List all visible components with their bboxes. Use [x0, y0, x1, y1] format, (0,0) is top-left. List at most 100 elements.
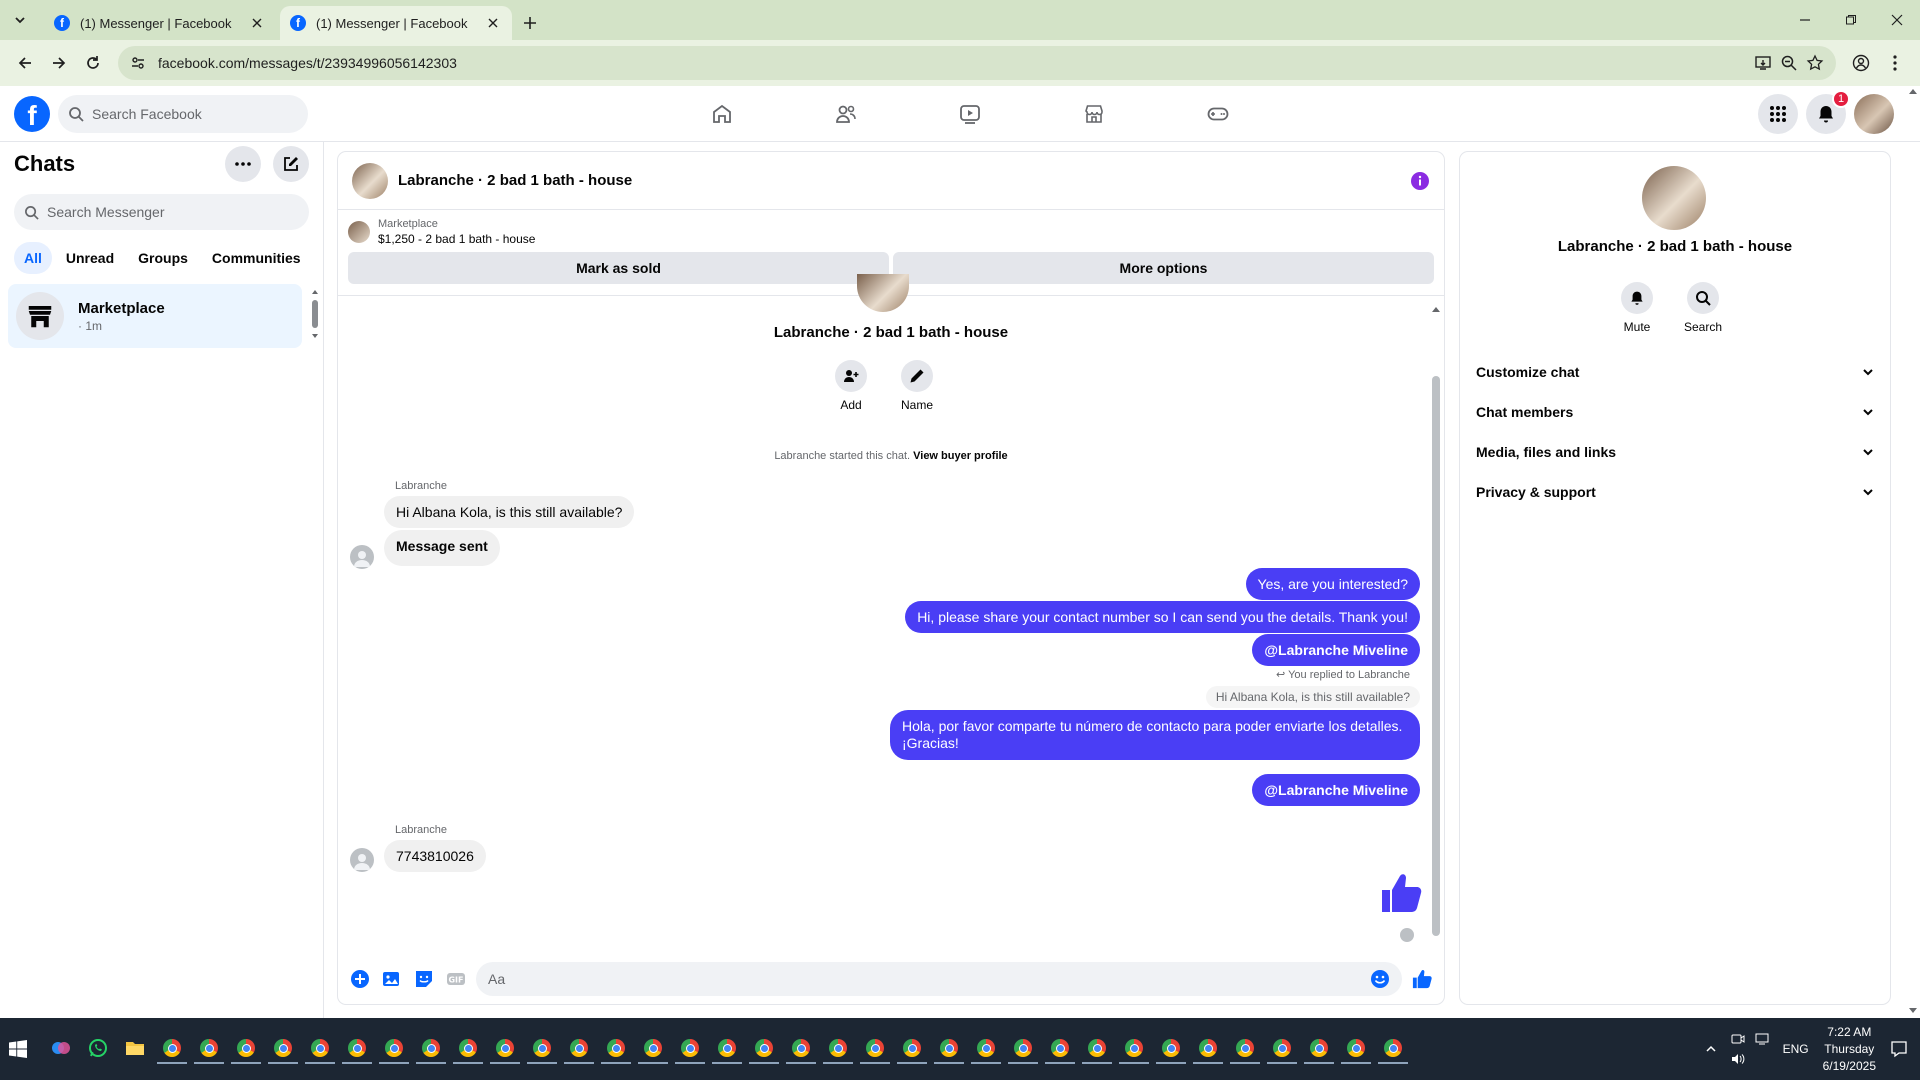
add-people-button[interactable]: Add	[828, 360, 874, 412]
conversation-title[interactable]: Labranche · 2 bad 1 bath - house	[398, 172, 632, 189]
tab-close-button[interactable]	[248, 14, 266, 32]
outgoing-mention-message[interactable]: @Labranche Miveline	[1252, 774, 1420, 806]
notification-center-icon[interactable]	[1890, 1040, 1908, 1058]
address-bar[interactable]: facebook.com/messages/t/2393499605614230…	[118, 46, 1836, 80]
taskbar-chrome[interactable]	[1193, 1034, 1223, 1064]
nav-watch[interactable]	[908, 86, 1032, 142]
taskbar-chrome[interactable]	[786, 1034, 816, 1064]
restore-button[interactable]	[1828, 0, 1874, 40]
minimize-button[interactable]	[1782, 0, 1828, 40]
taskbar-chrome[interactable]	[1341, 1034, 1371, 1064]
clock[interactable]: 7:22 AM Thursday 6/19/2025	[1823, 1024, 1876, 1075]
taskbar-whatsapp[interactable]	[83, 1034, 113, 1064]
reload-button[interactable]	[76, 46, 110, 80]
message-input[interactable]: Aa	[476, 962, 1402, 996]
outgoing-mention-message[interactable]: @Labranche Miveline	[1252, 634, 1420, 666]
browser-tab-1[interactable]: f (1) Messenger | Facebook	[44, 6, 276, 40]
forward-button[interactable]	[42, 46, 76, 80]
sent-like-thumbs-up-icon[interactable]	[1378, 870, 1424, 916]
gif-button[interactable]: GIF	[444, 967, 468, 991]
input-language[interactable]: ENG	[1783, 1042, 1809, 1056]
info-icon[interactable]	[1410, 171, 1430, 191]
nav-friends[interactable]	[784, 86, 908, 142]
info-panel-avatar[interactable]	[1642, 166, 1706, 230]
profile-button[interactable]	[1844, 46, 1878, 80]
new-tab-button[interactable]	[512, 6, 548, 40]
nav-home[interactable]	[660, 86, 784, 142]
chat-list-item-marketplace[interactable]: Marketplace · 1m	[8, 284, 302, 348]
site-info-icon[interactable]	[130, 55, 146, 71]
taskbar-chrome[interactable]	[749, 1034, 779, 1064]
taskbar-chrome[interactable]	[379, 1034, 409, 1064]
chat-list-scrollbar[interactable]	[310, 288, 320, 340]
network-icon[interactable]	[1755, 1032, 1769, 1046]
attach-media-button[interactable]	[380, 967, 404, 991]
install-app-icon[interactable]	[1754, 54, 1772, 72]
taskbar-chrome[interactable]	[1267, 1034, 1297, 1064]
view-buyer-profile-link[interactable]: View buyer profile	[913, 450, 1008, 462]
thread-scrollbar[interactable]	[1432, 306, 1440, 942]
taskbar-chrome[interactable]	[1045, 1034, 1075, 1064]
taskbar-chrome[interactable]	[860, 1034, 890, 1064]
section-chat-members[interactable]: Chat members	[1470, 392, 1880, 432]
outgoing-message[interactable]: Yes, are you interested?	[1245, 568, 1420, 600]
scrollbar-thumb[interactable]	[1432, 376, 1440, 936]
tab-search-button[interactable]	[0, 0, 40, 40]
section-privacy-support[interactable]: Privacy & support	[1470, 472, 1880, 512]
taskbar-chrome[interactable]	[1008, 1034, 1038, 1064]
filter-all[interactable]: All	[14, 242, 52, 274]
taskbar-copilot[interactable]	[46, 1034, 76, 1064]
taskbar-chrome[interactable]	[194, 1034, 224, 1064]
chats-options-button[interactable]	[225, 146, 261, 182]
browser-menu-button[interactable]	[1878, 46, 1912, 80]
taskbar-chrome[interactable]	[712, 1034, 742, 1064]
taskbar-chrome[interactable]	[934, 1034, 964, 1064]
incoming-message[interactable]: Message sent	[384, 530, 500, 566]
nav-marketplace[interactable]	[1032, 86, 1156, 142]
listing-thumbnail[interactable]	[348, 221, 370, 243]
taskbar-chrome[interactable]	[638, 1034, 668, 1064]
taskbar-chrome[interactable]	[231, 1034, 261, 1064]
more-options-button[interactable]: More options	[893, 252, 1434, 284]
url-text[interactable]: facebook.com/messages/t/2393499605614230…	[158, 55, 457, 71]
taskbar-chrome[interactable]	[601, 1034, 631, 1064]
outgoing-message[interactable]: Hola, por favor comparte tu número de co…	[890, 710, 1420, 760]
send-like-button[interactable]	[1410, 967, 1434, 991]
taskbar-chrome[interactable]	[157, 1034, 187, 1064]
messenger-search-input[interactable]: Search Messenger	[14, 194, 309, 230]
emoji-icon[interactable]	[1370, 969, 1390, 989]
facebook-logo-icon[interactable]: f	[14, 95, 50, 132]
taskbar-chrome[interactable]	[1378, 1034, 1408, 1064]
taskbar-file-explorer[interactable]	[120, 1034, 150, 1064]
taskbar-chrome[interactable]	[453, 1034, 483, 1064]
filter-communities[interactable]: Communities	[202, 242, 311, 274]
listing-price-title[interactable]: $1,250 - 2 bad 1 bath - house	[378, 232, 535, 246]
conversation-avatar[interactable]	[352, 162, 388, 199]
outgoing-message[interactable]: Hi, please share your contact number so …	[905, 601, 1420, 633]
volume-icon[interactable]	[1731, 1052, 1745, 1066]
taskbar-chrome[interactable]	[490, 1034, 520, 1064]
section-media-files-links[interactable]: Media, files and links	[1470, 432, 1880, 472]
taskbar-chrome[interactable]	[1082, 1034, 1112, 1064]
bookmark-star-icon[interactable]	[1806, 54, 1824, 72]
menu-grid-button[interactable]	[1758, 94, 1798, 134]
search-in-conversation-button[interactable]: Search	[1684, 282, 1722, 334]
taskbar-chrome[interactable]	[971, 1034, 1001, 1064]
taskbar-chrome[interactable]	[416, 1034, 446, 1064]
more-actions-button[interactable]	[348, 967, 372, 991]
taskbar-chrome[interactable]	[1230, 1034, 1260, 1064]
section-customize-chat[interactable]: Customize chat	[1470, 352, 1880, 392]
taskbar-chrome[interactable]	[268, 1034, 298, 1064]
start-button[interactable]	[0, 1018, 36, 1080]
taskbar-chrome[interactable]	[1119, 1034, 1149, 1064]
scroll-up-icon[interactable]	[1432, 306, 1440, 314]
tab-close-button[interactable]	[484, 14, 502, 32]
browser-tab-2[interactable]: f (1) Messenger | Facebook	[280, 6, 512, 40]
taskbar-chrome[interactable]	[675, 1034, 705, 1064]
replied-message-quote[interactable]: Hi Albana Kola, is this still available?	[1205, 686, 1420, 708]
chevron-up-icon[interactable]	[1705, 1043, 1717, 1055]
mute-button[interactable]: Mute	[1620, 282, 1654, 334]
name-chat-button[interactable]: Name	[894, 360, 940, 412]
incoming-message[interactable]: 7743810026	[384, 840, 486, 872]
taskbar-chrome[interactable]	[1156, 1034, 1186, 1064]
